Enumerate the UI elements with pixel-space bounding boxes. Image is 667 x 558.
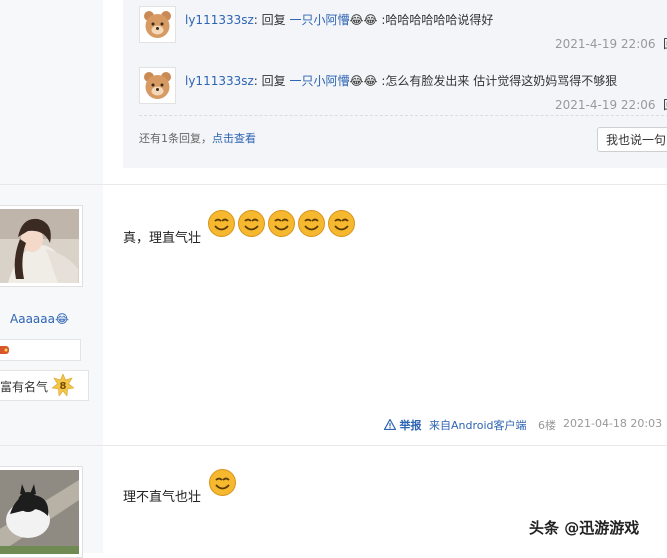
report-link[interactable]: 举报 [383, 417, 422, 433]
divider [0, 445, 667, 446]
warning-icon [383, 418, 397, 431]
reply-action[interactable]: 回 [663, 98, 667, 112]
level-title: 富有名气 [0, 380, 49, 394]
smiley-icon [328, 210, 355, 237]
reply-word: 回复 [261, 74, 286, 88]
laugh-emoji-icon: 😂😂 [349, 74, 378, 88]
avatar[interactable] [0, 466, 83, 558]
laugh-emoji-icon: 😂 [54, 312, 70, 326]
smiley-icon [209, 469, 236, 496]
post-content: 真，理直气壮 [123, 231, 202, 246]
reply-target-user[interactable]: 一只小阿懵 [290, 74, 350, 88]
reply-time: 2021-4-19 22:06 回 [555, 96, 667, 113]
view-more-link[interactable]: 点击查看 [212, 132, 256, 145]
post-time: 2021-04-18 20:03 [563, 417, 663, 430]
reply-username[interactable]: ly111333sz [185, 74, 254, 88]
reply-word: 回复 [261, 13, 286, 27]
laugh-emoji-icon: 😂😂 [349, 13, 378, 27]
user-avatar-image [0, 209, 79, 283]
level-star-icon: 8 [51, 373, 75, 397]
reply-content: ly111333sz: 回复 一只小阿懵😂😂 :怎么有脸发出来 估计觉得这奶妈骂… [185, 74, 618, 88]
smiley-icon [238, 210, 265, 237]
bear-avatar-icon [144, 72, 171, 99]
avatar[interactable] [0, 205, 83, 287]
reply-action[interactable]: 回 [663, 37, 667, 51]
divider [0, 184, 667, 185]
reply-time: 2021-4-19 22:06 回 [555, 35, 667, 52]
reply-message: :怎么有脸发出来 估计觉得这奶妈骂得不够狠 [381, 74, 618, 88]
reply-username[interactable]: ly111333sz [185, 13, 254, 27]
reply-button[interactable]: 我也说一句 [597, 127, 667, 152]
post-source: 来自Android客户端 [429, 417, 527, 433]
reply-avatar[interactable] [139, 67, 176, 104]
smiley-icon [298, 210, 325, 237]
more-replies-text: 还有1条回复， [139, 132, 212, 145]
reply-item: ly111333sz: 回复 一只小阿懵😂😂 :哈哈哈哈哈哈说得好 2021-4… [139, 6, 667, 56]
client-source[interactable]: 来自Android客户端 [429, 419, 527, 432]
reply-avatar[interactable] [139, 6, 176, 43]
reply-content: ly111333sz: 回复 一只小阿懵😂😂 :哈哈哈哈哈哈说得好 [185, 13, 494, 27]
level-badge: 富有名气 8 [0, 370, 89, 401]
smiley-icon [268, 210, 295, 237]
reply-message: :哈哈哈哈哈哈说得好 [381, 13, 494, 27]
reply-target-user[interactable]: 一只小阿懵 [290, 13, 350, 27]
more-replies: 还有1条回复，点击查看 [139, 130, 256, 146]
divider [139, 115, 667, 116]
cat-avatar-image [0, 470, 79, 554]
game-badge-icon [0, 346, 9, 354]
floor-number: 6楼 [538, 419, 556, 432]
bear-avatar-icon [144, 11, 171, 38]
svg-text:8: 8 [60, 381, 67, 392]
username[interactable]: Aaaaaa😂 [10, 312, 69, 326]
post-content: 理不直气也壮 [123, 490, 202, 505]
user-badge [0, 339, 81, 361]
watermark: 头条 @迅游游戏 [529, 519, 640, 537]
smiley-icon [208, 210, 235, 237]
reply-item: ly111333sz: 回复 一只小阿懵😂😂 :怎么有脸发出来 估计觉得这奶妈骂… [139, 67, 667, 117]
